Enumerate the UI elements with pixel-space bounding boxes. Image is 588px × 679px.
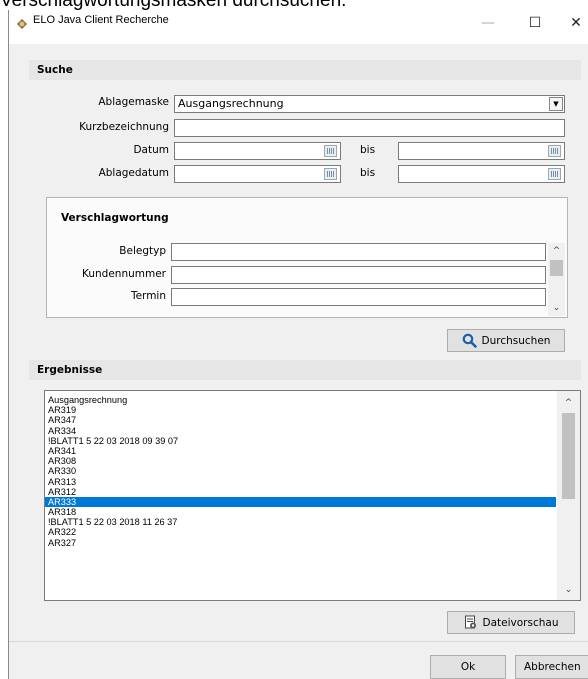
ablagedatum-from-input[interactable] <box>174 165 341 183</box>
cancel-button[interactable]: Abbrechen <box>515 655 588 679</box>
search-section-header: Suche <box>29 60 581 80</box>
results-scrollbar[interactable]: ^ ⌄ <box>557 391 580 600</box>
list-item[interactable]: AR318 <box>45 507 556 517</box>
cancel-button-label: Abbrechen <box>524 661 581 673</box>
results-items: Ausgangsrechnung AR319 AR347 AR334 !BLATT1 5… <box>45 395 556 548</box>
chevron-down-icon[interactable]: ▼ <box>549 97 563 111</box>
scroll-up-icon[interactable]: ^ <box>548 243 565 259</box>
elo-app-icon <box>17 19 27 29</box>
kurzbezeichnung-label: Kurzbezeichnung <box>79 121 169 133</box>
datum-from-input[interactable] <box>174 142 341 160</box>
list-item[interactable]: AR327 <box>45 538 556 548</box>
ablagedatum-bis-label: bis <box>360 167 376 179</box>
list-item[interactable]: AR308 <box>45 456 556 466</box>
scroll-down-icon[interactable]: ⌄ <box>557 582 580 598</box>
datum-bis-label: bis <box>360 144 376 156</box>
scroll-down-icon[interactable]: ⌄ <box>548 300 565 316</box>
search-button[interactable]: Durchsuchen <box>447 329 565 352</box>
kundennummer-label: Kundennummer <box>82 268 166 280</box>
footer-divider <box>9 641 588 642</box>
maximize-button[interactable]: ☐ <box>516 10 554 36</box>
list-item[interactable]: AR312 <box>45 487 556 497</box>
scroll-thumb[interactable] <box>562 413 575 499</box>
list-item[interactable]: AR319 <box>45 405 556 415</box>
file-preview-label: Dateivorschau <box>482 616 559 629</box>
list-item[interactable]: AR341 <box>45 446 556 456</box>
dialog-window: ELO Java Client Recherche — ☐ ✕ Suche Ab… <box>8 10 588 679</box>
window-title: ELO Java Client Recherche <box>33 14 169 26</box>
results-list[interactable]: Ausgangsrechnung AR319 AR347 AR334 !BLATT1 5… <box>44 390 581 601</box>
kundennummer-input[interactable] <box>171 266 546 284</box>
search-button-label: Durchsuchen <box>481 334 551 347</box>
scroll-up-icon[interactable]: ^ <box>557 395 580 411</box>
ok-button[interactable]: Ok <box>430 655 506 679</box>
list-item[interactable]: AR334 <box>45 426 556 436</box>
scroll-thumb[interactable] <box>550 260 563 276</box>
magnifier-icon <box>462 333 477 348</box>
list-item[interactable]: AR330 <box>45 466 556 476</box>
datum-to-input[interactable] <box>398 142 565 160</box>
belegtyp-input[interactable] <box>171 243 546 261</box>
group-scrollbar[interactable]: ^ ⌄ <box>548 243 565 316</box>
list-item[interactable]: AR347 <box>45 415 556 425</box>
list-item[interactable]: AR322 <box>45 527 556 537</box>
kurzbezeichnung-input[interactable] <box>174 119 565 137</box>
termin-label: Termin <box>130 290 166 302</box>
minimize-button[interactable]: — <box>469 10 507 36</box>
list-item[interactable]: AR313 <box>45 477 556 487</box>
list-item[interactable]: !BLATT1 5 22 03 2018 11 26 37 <box>45 517 556 527</box>
list-item[interactable]: !BLATT1 5 22 03 2018 09 39 07 <box>45 436 556 446</box>
calendar-icon[interactable] <box>548 168 561 180</box>
verschlagwortung-group: Verschlagwortung Belegtyp Kundennummer T… <box>46 197 568 318</box>
results-section-header: Ergebnisse <box>29 360 581 380</box>
file-preview-button[interactable]: Dateivorschau <box>447 611 575 634</box>
termin-input[interactable] <box>171 288 546 306</box>
close-button[interactable]: ✕ <box>557 10 588 36</box>
calendar-icon[interactable] <box>548 145 561 157</box>
ablagemaske-value: Ausgangsrechnung <box>178 97 284 110</box>
list-item[interactable]: AR333 <box>45 496 556 508</box>
title-bar: ELO Java Client Recherche — ☐ ✕ <box>9 10 588 44</box>
ablagemaske-select[interactable]: Ausgangsrechnung ▼ <box>174 95 565 113</box>
belegtyp-label: Belegtyp <box>119 245 166 257</box>
ablagedatum-label: Ablagedatum <box>98 167 169 179</box>
ablagemaske-label: Ablagemaske <box>98 96 169 108</box>
file-preview-icon <box>464 615 476 629</box>
list-item[interactable]: Ausgangsrechnung <box>45 395 556 405</box>
ablagedatum-to-input[interactable] <box>398 165 565 183</box>
calendar-icon[interactable] <box>324 145 337 157</box>
group-title: Verschlagwortung <box>61 212 169 224</box>
datum-label: Datum <box>133 144 169 156</box>
calendar-icon[interactable] <box>324 168 337 180</box>
